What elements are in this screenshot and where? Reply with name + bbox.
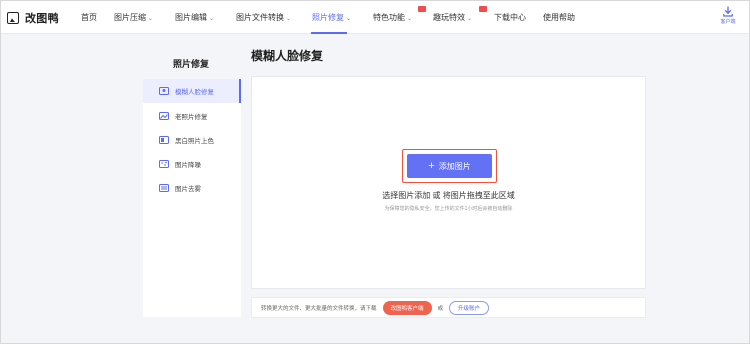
client-download-label: 客户端 (720, 19, 736, 25)
sidebar-item-label: 黑白照片上色 (175, 138, 214, 145)
old-photo-icon (159, 112, 169, 120)
sidebar-item-label: 图片去雾 (175, 186, 201, 193)
sidebar-item-face-restore[interactable]: 模糊人脸修复 (143, 79, 241, 103)
plus-icon: + (428, 159, 435, 172)
nav-special-features[interactable]: 特色功能 ⌄ (373, 12, 412, 23)
sidebar-title: 照片修复 (172, 59, 209, 69)
logo-icon (7, 12, 19, 24)
client-download-button[interactable]: 客户端 (717, 6, 739, 25)
download-client-button[interactable]: 改图鸭客户端 (382, 300, 432, 315)
top-nav: 改图鸭 首页 图片压缩 ⌄ 图片编辑 ⌄ 图片文件转换 ⌄ 照片修复 ⌄ 特色功能 ⌄ 趣… (1, 1, 749, 34)
denoise-icon (159, 160, 169, 168)
or-text: 或 (437, 305, 444, 312)
nav-active-indicator (311, 32, 347, 34)
app-window: 改图鸭 首页 图片压缩 ⌄ 图片编辑 ⌄ 图片文件转换 ⌄ 照片修复 ⌄ 特色功能 ⌄ 趣… (0, 0, 750, 344)
nav-image-edit[interactable]: 图片编辑 ⌄ (175, 12, 214, 23)
page-title: 模糊人脸修复 (251, 49, 324, 63)
chevron-down-icon: ⌄ (467, 16, 473, 22)
privacy-note: 为保障您的隐私安全，您上传的文件1小时后会被自动删除 (384, 206, 513, 212)
chevron-down-icon: ⌄ (148, 16, 154, 22)
sidebar-item-colorize[interactable]: 黑白照片上色 (143, 128, 241, 152)
dehaze-icon (159, 184, 169, 192)
sidebar-item-label: 图片降噪 (175, 162, 201, 169)
sidebar: 模糊人脸修复 老照片修复 黑白照片上色 图片降噪 图片去雾 (143, 79, 241, 317)
chevron-down-icon: ⌄ (286, 16, 292, 22)
bottom-bar: 转换更大的文件、更大批量的文件转换，请下载 改图鸭客户端 或 升级账户 (251, 297, 646, 318)
hot-badge (418, 6, 426, 12)
download-icon (723, 6, 733, 17)
chevron-down-icon: ⌄ (346, 16, 352, 22)
bottom-bar-text: 转换更大的文件、更大批量的文件转换，请下载 (261, 305, 377, 312)
nav-help[interactable]: 使用帮助 (543, 12, 575, 23)
sidebar-item-dehaze[interactable]: 图片去雾 (143, 176, 241, 200)
nav-download-center[interactable]: 下载中心 (494, 12, 526, 23)
nav-photo-restore[interactable]: 照片修复 ⌄ (312, 12, 351, 23)
colorize-icon (159, 136, 169, 144)
upgrade-account-button[interactable]: 升级账户 (449, 300, 490, 315)
sidebar-item-label: 老照片修复 (175, 114, 208, 121)
sidebar-item-label: 模糊人脸修复 (175, 89, 214, 96)
sidebar-item-denoise[interactable]: 图片降噪 (143, 152, 241, 176)
chevron-down-icon: ⌄ (407, 16, 413, 22)
nav-image-compress[interactable]: 图片压缩 ⌄ (114, 12, 153, 23)
upload-hint: 选择图片添加 或 将图片拖拽至此区域 (382, 191, 515, 200)
add-image-button[interactable]: + 添加图片 (407, 154, 492, 178)
logo[interactable]: 改图鸭 (7, 10, 59, 26)
nav-fun-effects[interactable]: 趣玩特效 ⌄ (433, 12, 472, 23)
hot-badge (479, 6, 487, 12)
nav-home[interactable]: 首页 (81, 12, 97, 23)
sidebar-item-old-photo[interactable]: 老照片修复 (143, 104, 241, 128)
add-image-label: 添加图片 (438, 161, 471, 171)
face-restore-icon (159, 87, 169, 95)
nav-image-convert[interactable]: 图片文件转换 ⌄ (236, 12, 291, 23)
brand-name: 改图鸭 (25, 13, 59, 25)
chevron-down-icon: ⌄ (209, 16, 215, 22)
